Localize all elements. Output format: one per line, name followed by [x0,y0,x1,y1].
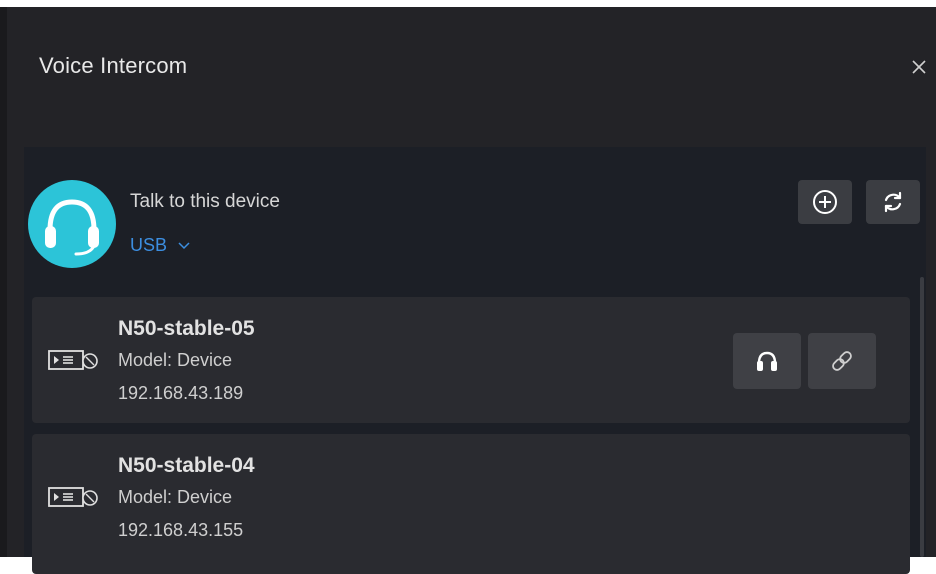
audio-source-value: USB [130,235,168,255]
device-icon [48,347,100,378]
add-circle-icon [813,190,837,214]
talk-avatar [28,180,116,268]
voice-intercom-dialog: Voice Intercom Talk to this device USB N… [7,7,936,574]
listen-button[interactable] [733,333,801,389]
device-icon [48,484,100,515]
device-card[interactable]: N50-stable-05 Model: Device 192.168.43.1… [32,297,910,423]
connect-button[interactable] [808,333,876,389]
close-button[interactable] [907,55,931,79]
left-edge [0,7,7,557]
link-icon [832,351,852,371]
talk-label: Talk to this device [130,191,280,212]
scrollbar[interactable] [920,277,924,557]
add-device-button[interactable] [798,180,852,224]
device-model: Model: Device [118,487,233,507]
device-ip: 192.168.43.155 [118,520,244,540]
headphones-icon [757,351,777,371]
close-icon [912,60,926,74]
device-card[interactable]: N50-stable-04 Model: Device 192.168.43.1… [32,434,910,574]
refresh-icon [884,191,902,213]
dialog-title: Voice Intercom [39,53,188,78]
audio-source-select[interactable]: USB [130,235,191,256]
device-name: N50-stable-05 [118,317,255,340]
chevron-down-icon [178,241,190,249]
refresh-button[interactable] [866,180,920,224]
device-model: Model: Device [118,350,233,370]
intercom-panel: Talk to this device USB N50-stable-05 Mo… [24,147,926,574]
headset-icon [45,199,99,256]
device-ip: 192.168.43.189 [118,383,244,403]
device-name: N50-stable-04 [118,454,255,477]
